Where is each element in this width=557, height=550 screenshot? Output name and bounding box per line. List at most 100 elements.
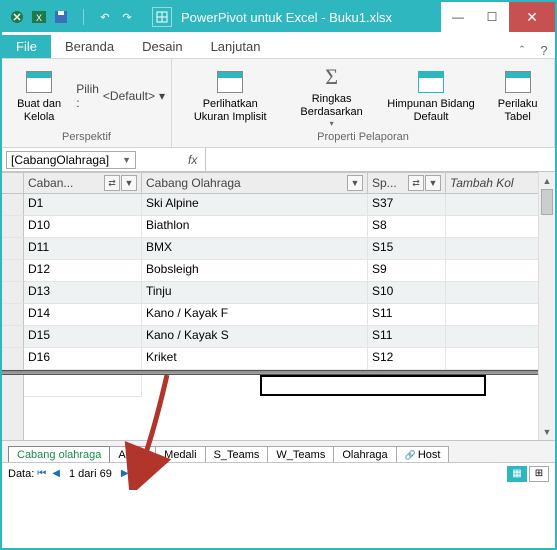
sheet-tab[interactable]: S_Teams xyxy=(205,446,269,462)
cell[interactable] xyxy=(446,260,546,282)
save-icon[interactable] xyxy=(52,8,70,26)
table-row[interactable]: D12BobsleighS9 xyxy=(2,260,555,282)
cell[interactable]: S11 xyxy=(368,326,446,348)
data-grid[interactable]: Caban... ⇄▼ Cabang Olahraga ▼ Sp... ⇄▼ T… xyxy=(2,172,555,440)
row-header[interactable] xyxy=(2,375,24,397)
sheet-tab[interactable]: Acara xyxy=(109,446,156,462)
cell[interactable] xyxy=(446,282,546,304)
table-row[interactable]: D1Ski AlpineS37 xyxy=(2,194,555,216)
diagram-view-button[interactable]: ⊞ xyxy=(529,466,549,482)
cell[interactable]: S11 xyxy=(368,304,446,326)
fx-label[interactable]: fx xyxy=(180,148,206,171)
col-header-add[interactable]: Tambah Kol xyxy=(446,173,546,193)
close-button[interactable]: ✕ xyxy=(509,2,555,32)
default-fields-button[interactable]: Himpunan Bidang Default xyxy=(381,66,482,126)
tab-advanced[interactable]: Lanjutan xyxy=(197,35,275,58)
cell[interactable]: D13 xyxy=(24,282,142,304)
cell[interactable]: Kano / Kayak F xyxy=(142,304,368,326)
cell[interactable]: D1 xyxy=(24,194,142,216)
cell[interactable]: D12 xyxy=(24,260,142,282)
data-view-button[interactable]: ▦ xyxy=(507,466,527,482)
cell[interactable]: Bobsleigh xyxy=(142,260,368,282)
row-header[interactable] xyxy=(2,216,24,238)
cell[interactable] xyxy=(446,348,546,370)
cell[interactable]: S8 xyxy=(368,216,446,238)
scroll-down-icon[interactable]: ▼ xyxy=(539,423,555,440)
table-behavior-button[interactable]: Perilaku Tabel xyxy=(487,66,548,126)
sheet-tab[interactable]: 🔗Host xyxy=(396,446,450,462)
cell[interactable]: Kano / Kayak S xyxy=(142,326,368,348)
table-row[interactable]: D13TinjuS10 xyxy=(2,282,555,304)
table-row[interactable]: D16KriketS12 xyxy=(2,348,555,370)
sheet-tab[interactable]: Cabang olahraga xyxy=(8,446,110,462)
corner-cell[interactable] xyxy=(2,173,24,193)
cell[interactable] xyxy=(446,238,546,260)
perspective-select[interactable]: Pilih : <Default> ▾ xyxy=(76,82,165,110)
sheet-tab[interactable]: Medali xyxy=(155,446,205,462)
create-manage-button[interactable]: Buat dan Kelola xyxy=(8,66,70,126)
cell[interactable]: S15 xyxy=(368,238,446,260)
filter-icon[interactable]: ▼ xyxy=(347,175,363,191)
row-header[interactable] xyxy=(2,304,24,326)
sigma-icon: Σ xyxy=(318,63,346,91)
cell[interactable]: Tinju xyxy=(142,282,368,304)
minimize-button[interactable]: — xyxy=(441,2,475,32)
summarize-by-button[interactable]: Σ Ringkas Berdasarkan ▾ xyxy=(288,61,374,131)
ribbon-collapse-icon[interactable]: ˆ xyxy=(511,43,533,58)
cell[interactable]: D16 xyxy=(24,348,142,370)
measure-cell[interactable] xyxy=(24,375,142,397)
row-header[interactable] xyxy=(2,260,24,282)
cell[interactable] xyxy=(446,326,546,348)
cell[interactable]: Ski Alpine xyxy=(142,194,368,216)
row-header[interactable] xyxy=(2,348,24,370)
relation-icon[interactable]: ⇄ xyxy=(104,175,120,191)
filter-icon[interactable]: ▼ xyxy=(425,175,441,191)
nav-last-icon[interactable]: ⏭ xyxy=(132,468,147,479)
col-header-3[interactable]: Sp... ⇄▼ xyxy=(368,173,446,193)
row-header[interactable] xyxy=(2,326,24,348)
undo-icon[interactable]: ↶ xyxy=(96,8,114,26)
cell[interactable]: Biathlon xyxy=(142,216,368,238)
row-header[interactable] xyxy=(2,238,24,260)
sheet-tab[interactable]: W_Teams xyxy=(267,446,334,462)
name-box[interactable]: [CabangOlahraga] ▼ xyxy=(6,151,136,169)
cell[interactable] xyxy=(446,194,546,216)
cell[interactable]: D11 xyxy=(24,238,142,260)
scroll-thumb[interactable] xyxy=(541,189,553,215)
cell[interactable]: S37 xyxy=(368,194,446,216)
table-row[interactable]: D14Kano / Kayak FS11 xyxy=(2,304,555,326)
cell[interactable] xyxy=(446,216,546,238)
cell[interactable]: BMX xyxy=(142,238,368,260)
table-grid-icon xyxy=(216,68,244,96)
maximize-button[interactable]: ☐ xyxy=(475,2,509,32)
scroll-up-icon[interactable]: ▲ xyxy=(539,172,555,189)
implicit-measures-button[interactable]: Perlihatkan Ukuran Implisit xyxy=(178,66,282,126)
vertical-scrollbar[interactable]: ▲ ▼ xyxy=(538,172,555,440)
cell[interactable]: Kriket xyxy=(142,348,368,370)
cell[interactable]: S9 xyxy=(368,260,446,282)
tab-home[interactable]: Beranda xyxy=(51,35,128,58)
tab-design[interactable]: Desain xyxy=(128,35,196,58)
cell[interactable]: S10 xyxy=(368,282,446,304)
row-header[interactable] xyxy=(2,194,24,216)
cell[interactable]: D10 xyxy=(24,216,142,238)
nav-first-icon[interactable]: ⏮ xyxy=(34,468,49,479)
relation-icon[interactable]: ⇄ xyxy=(408,175,424,191)
filter-icon[interactable]: ▼ xyxy=(121,175,137,191)
selected-cell[interactable] xyxy=(260,375,486,396)
col-header-1[interactable]: Caban... ⇄▼ xyxy=(24,173,142,193)
row-header[interactable] xyxy=(2,282,24,304)
tab-file[interactable]: File xyxy=(2,35,51,58)
nav-next-icon[interactable]: ▶ xyxy=(118,468,132,479)
table-row[interactable]: D10BiathlonS8 xyxy=(2,216,555,238)
cell[interactable]: D15 xyxy=(24,326,142,348)
col-header-2[interactable]: Cabang Olahraga ▼ xyxy=(142,173,368,193)
cell[interactable]: D14 xyxy=(24,304,142,326)
sheet-tab[interactable]: Olahraga xyxy=(333,446,396,462)
table-row[interactable]: D15Kano / Kayak SS11 xyxy=(2,326,555,348)
cell[interactable]: S12 xyxy=(368,348,446,370)
cell[interactable] xyxy=(446,304,546,326)
help-icon[interactable]: ? xyxy=(533,43,555,58)
nav-prev-icon[interactable]: ◀ xyxy=(49,468,63,479)
table-row[interactable]: D11BMXS15 xyxy=(2,238,555,260)
